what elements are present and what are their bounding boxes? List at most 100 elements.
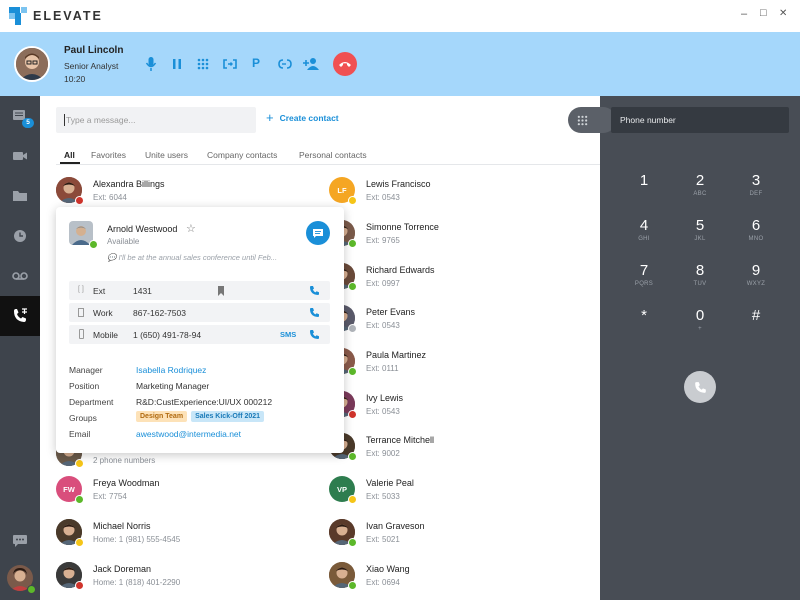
left-nav: 5 <box>0 96 40 600</box>
voicemail-icon <box>12 272 28 280</box>
dial-key-digit: # <box>751 307 761 324</box>
call-timer: 10:20 <box>64 74 86 84</box>
chat-button[interactable] <box>306 221 330 245</box>
contact-name[interactable]: Lewis Francisco <box>366 179 431 189</box>
contact-extension: 2 phone numbers <box>93 456 156 465</box>
contact-name[interactable]: Simonne Torrence <box>366 222 439 232</box>
tab-personal-contacts[interactable]: Personal contacts <box>299 150 367 160</box>
nav-chat[interactable] <box>0 521 40 561</box>
contact-card-popup: Arnold Westwood ☆ Available 💬 I'll be at… <box>56 207 344 453</box>
pause-icon[interactable] <box>171 58 183 70</box>
dial-key-hash[interactable]: # <box>731 307 781 326</box>
hangup-icon <box>339 62 351 67</box>
transfer-icon[interactable] <box>222 58 238 70</box>
sms-button[interactable]: SMS <box>280 330 296 339</box>
nav-calls[interactable] <box>0 296 40 336</box>
building-icon <box>78 308 84 317</box>
contact-extension: Ext: 9765 <box>366 236 400 245</box>
maximize-button[interactable]: □ <box>760 7 767 19</box>
create-contact-button[interactable]: + Create contact <box>266 110 339 125</box>
call-mobile-icon[interactable] <box>309 329 320 340</box>
hangup-button[interactable] <box>333 52 357 76</box>
contact-status-dot <box>348 452 357 461</box>
contact-card-status-dot <box>89 240 98 249</box>
dial-key-digit: 2 <box>695 172 705 189</box>
group-tag[interactable]: Design Team <box>136 411 188 422</box>
contact-extension: Home: 1 (818) 401-2290 <box>93 578 181 587</box>
nav-video[interactable] <box>0 136 40 176</box>
call-work-icon[interactable] <box>309 307 320 318</box>
phone-number-field[interactable] <box>611 107 789 133</box>
dial-key-letters: + <box>698 326 702 332</box>
nav-history[interactable] <box>0 216 40 256</box>
dial-key-2[interactable]: 2 ABC <box>675 172 725 197</box>
keypad-icon[interactable] <box>197 58 209 70</box>
contact-status-dot <box>348 495 357 504</box>
dialer-toggle-button[interactable] <box>568 107 616 133</box>
contact-name[interactable]: Michael Norris <box>93 521 151 531</box>
park-icon[interactable]: P <box>252 56 260 70</box>
close-window-button[interactable]: ✕ <box>779 8 787 19</box>
contact-name[interactable]: Xiao Wang <box>366 564 410 574</box>
contact-status-dot <box>348 581 357 590</box>
messages-badge: 5 <box>22 118 34 128</box>
dial-key-8[interactable]: 8 TUV <box>675 262 725 287</box>
merge-icon[interactable] <box>277 58 293 70</box>
contact-name[interactable]: Valerie Peal <box>366 478 414 488</box>
contact-name[interactable]: Jack Doreman <box>93 564 151 574</box>
position-value: Marketing Manager <box>136 381 210 391</box>
call-ext-icon[interactable] <box>309 285 320 296</box>
app-name: ELEVATE <box>33 9 103 23</box>
contact-extension: Ext: 5021 <box>366 535 400 544</box>
call-bar-right <box>600 32 800 96</box>
message-input[interactable] <box>66 112 246 128</box>
contact-name[interactable]: Ivan Graveson <box>366 521 425 531</box>
dial-key-9[interactable]: 9 WXYZ <box>731 262 781 287</box>
phone-number-input[interactable] <box>620 112 780 128</box>
contact-name[interactable]: Terrance Mitchell <box>366 435 434 445</box>
add-participant-icon[interactable] <box>302 57 320 71</box>
contact-name[interactable]: Peter Evans <box>366 307 415 317</box>
dial-button[interactable] <box>684 371 716 403</box>
microphone-icon[interactable] <box>145 56 157 72</box>
search-box[interactable] <box>56 107 256 133</box>
dial-key-0[interactable]: 0 + <box>675 307 725 332</box>
minimize-button[interactable]: – <box>741 8 747 20</box>
nav-messages[interactable]: 5 <box>0 96 40 136</box>
contact-name[interactable]: Alexandra Billings <box>93 179 165 189</box>
manager-link[interactable]: Isabella Rodriquez <box>136 365 206 375</box>
dial-key-1[interactable]: 1 <box>619 172 669 191</box>
tab-company-contacts[interactable]: Company contacts <box>207 150 277 160</box>
contact-extension: Ext: 0543 <box>366 193 400 202</box>
dial-key-3[interactable]: 3 DEF <box>731 172 781 197</box>
video-icon <box>13 152 27 160</box>
dial-key-5[interactable]: 5 JKL <box>675 217 725 242</box>
bookmark-icon[interactable] <box>217 286 225 296</box>
title-bar: ELEVATE – □ ✕ <box>0 0 800 32</box>
position-label: Position <box>69 381 100 391</box>
dial-key-star[interactable]: * <box>619 307 669 326</box>
dial-key-digit: 3 <box>751 172 761 189</box>
favorite-star-icon[interactable]: ☆ <box>186 222 196 235</box>
plus-icon: + <box>266 110 274 125</box>
tab-favorites[interactable]: Favorites <box>91 150 126 160</box>
contact-status-dot <box>75 538 84 547</box>
dial-key-digit: 0 <box>695 307 705 324</box>
contact-extension: Ext: 0543 <box>366 407 400 416</box>
contact-name[interactable]: Freya Woodman <box>93 478 159 488</box>
dial-key-4[interactable]: 4 GHI <box>619 217 669 242</box>
email-label: Email <box>69 429 91 439</box>
dial-key-7[interactable]: 7 PQRS <box>619 262 669 287</box>
caller-name: Paul Lincoln <box>64 45 124 56</box>
contact-extension: Ext: 0111 <box>366 364 399 373</box>
contact-name[interactable]: Ivy Lewis <box>366 393 403 403</box>
tab-unite-users[interactable]: Unite users <box>145 150 188 160</box>
email-link[interactable]: awestwood@intermedia.net <box>136 429 241 439</box>
contact-name[interactable]: Richard Edwards <box>366 265 435 275</box>
dial-key-6[interactable]: 6 MNO <box>731 217 781 242</box>
nav-files[interactable] <box>0 176 40 216</box>
contact-name[interactable]: Paula Martinez <box>366 350 426 360</box>
tab-all[interactable]: All <box>64 150 75 160</box>
group-tag[interactable]: Sales Kick-Off 2021 <box>191 411 265 422</box>
nav-voicemail[interactable] <box>0 256 40 296</box>
